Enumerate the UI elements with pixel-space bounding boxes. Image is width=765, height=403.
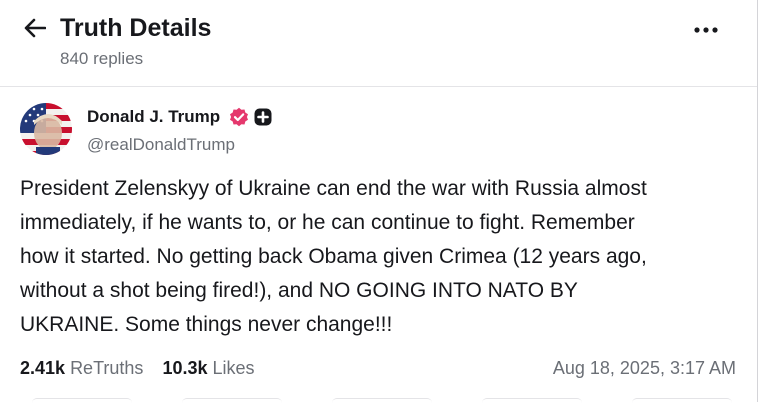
retruths-stat[interactable]: 2.41k ReTruths	[20, 356, 143, 380]
plus-badge-icon	[254, 108, 272, 126]
engagement-stats: 2.41k ReTruths 10.3k Likes	[20, 356, 269, 380]
replies-count: 840 replies	[60, 49, 144, 68]
more-horizontal-icon	[694, 27, 718, 33]
window-edge	[757, 0, 765, 402]
action-button-stub[interactable]	[32, 398, 132, 403]
action-button-stub[interactable]	[632, 398, 732, 403]
post-timestamp: Aug 18, 2025, 3:17 AM	[552, 358, 736, 378]
verified-badge-icon	[230, 107, 248, 127]
avatar[interactable]	[20, 103, 72, 155]
likes-stat[interactable]: 10.3k Likes	[162, 356, 254, 380]
retruths-count: 2.41k	[20, 358, 66, 378]
author-handle[interactable]: @realDonaldTrump	[87, 134, 235, 156]
action-button-stub[interactable]	[482, 398, 582, 403]
likes-count: 10.3k	[162, 358, 208, 378]
post-text-line: immediately, if he wants to, or he can c…	[20, 211, 635, 234]
page-title: Truth Details	[60, 14, 212, 42]
action-bar	[32, 398, 732, 402]
header-bar: Truth Details 840 replies	[0, 0, 757, 87]
back-button[interactable]	[20, 13, 50, 43]
action-button-stub[interactable]	[332, 398, 432, 403]
retruths-label: ReTruths	[70, 358, 144, 378]
post-text-line: President Zelenskyy of Ukraine can end t…	[20, 177, 647, 200]
post-text: President Zelenskyy of Ukraine can end t…	[20, 172, 750, 342]
likes-label: Likes	[212, 358, 255, 378]
action-button-stub[interactable]	[182, 398, 282, 403]
post-text-line: how it started. No getting back Obama gi…	[20, 245, 647, 268]
post-text-line: without a shot being fired!), and NO GOI…	[20, 279, 578, 302]
post-text-line: UKRAINE. Some things never change!!!	[20, 313, 393, 336]
arrow-left-icon	[24, 18, 46, 38]
more-options-button[interactable]	[688, 17, 724, 43]
author-name[interactable]: Donald J. Trump	[87, 106, 220, 128]
